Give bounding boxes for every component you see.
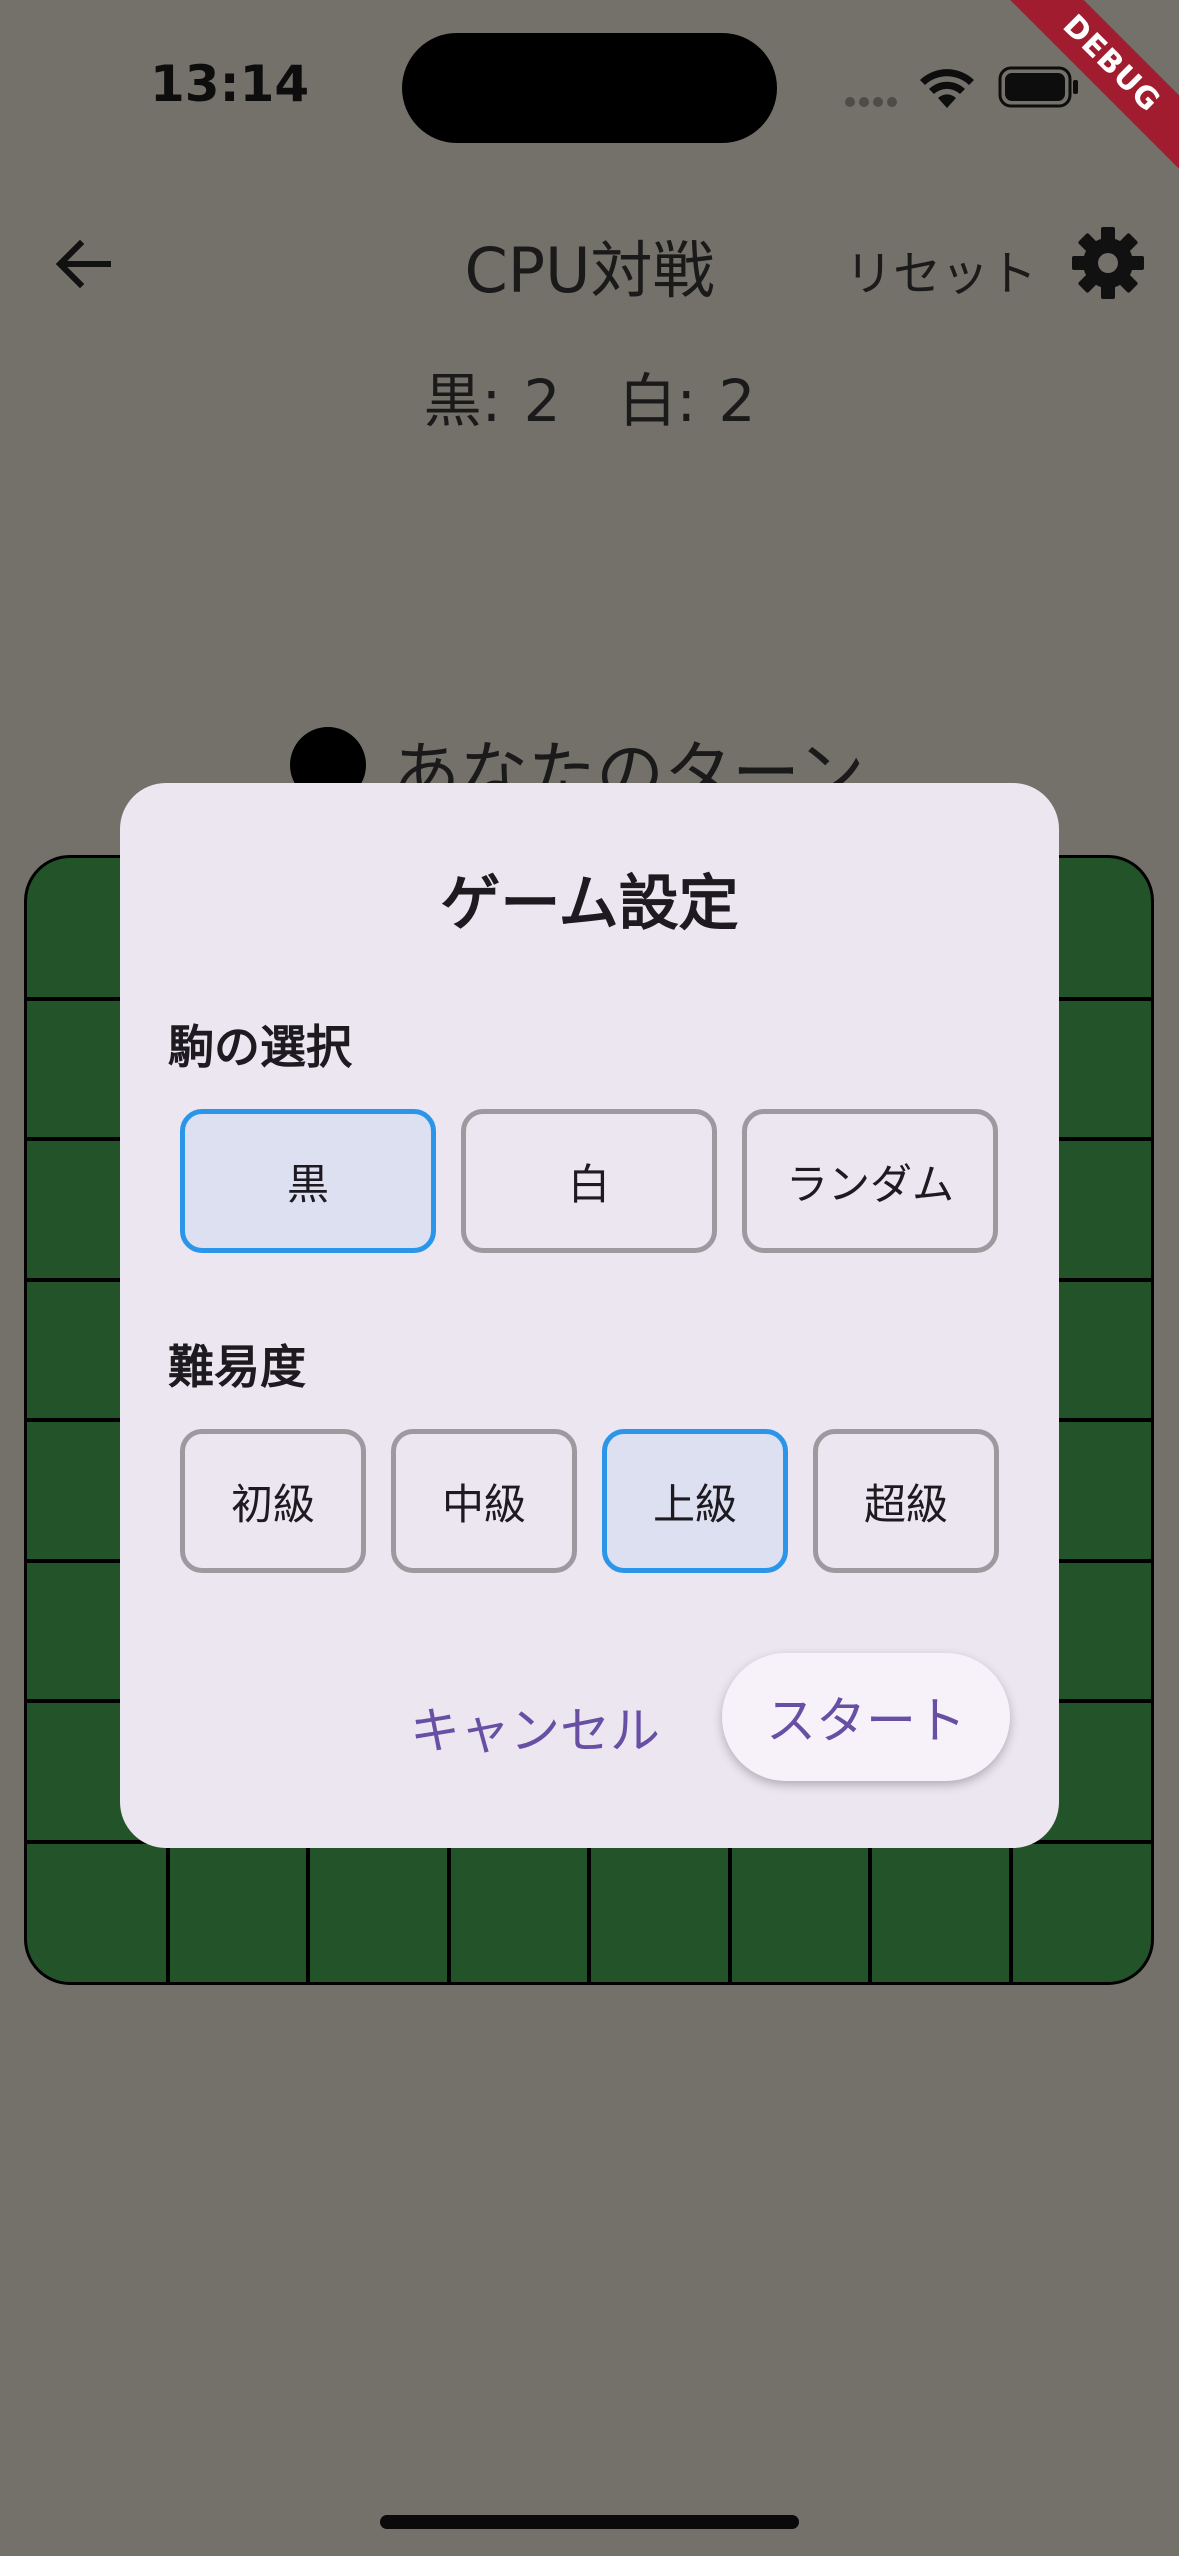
difficulty-option-intermediate[interactable]: 中級 (391, 1429, 577, 1573)
status-time: 13:14 (150, 55, 310, 113)
start-button[interactable]: スタート (722, 1653, 1010, 1781)
debug-label: DEBUG (999, 0, 1179, 180)
score-display: 黒: 2 白: 2 (423, 367, 756, 435)
debug-banner: DEBUG (999, 0, 1179, 180)
difficulty-option-beginner[interactable]: 初級 (180, 1429, 366, 1573)
dialog-title: ゲーム設定 (440, 869, 739, 939)
difficulty-option-expert[interactable]: 超級 (813, 1429, 999, 1573)
wifi-icon (920, 69, 974, 108)
dynamic-island (402, 33, 777, 143)
cancel-button[interactable]: キャンセル (410, 1691, 660, 1763)
home-indicator[interactable] (380, 2515, 799, 2529)
difficulty-option-advanced[interactable]: 上級 (602, 1429, 788, 1573)
difficulty-section-label: 難易度 (168, 1340, 306, 1394)
reset-button[interactable]: リセット (845, 234, 1037, 304)
piece-option-black[interactable]: 黒 (180, 1109, 436, 1253)
piece-option-white[interactable]: 白 (461, 1109, 717, 1253)
gear-icon[interactable] (1070, 225, 1146, 301)
piece-option-random[interactable]: ランダム (742, 1109, 998, 1253)
game-settings-dialog: ゲーム設定 駒の選択 黒 白 ランダム 難易度 初級 中級 上級 超級 キャンセ… (120, 783, 1059, 1848)
piece-section-label: 駒の選択 (168, 1020, 352, 1074)
signal-dots-icon (845, 92, 905, 107)
